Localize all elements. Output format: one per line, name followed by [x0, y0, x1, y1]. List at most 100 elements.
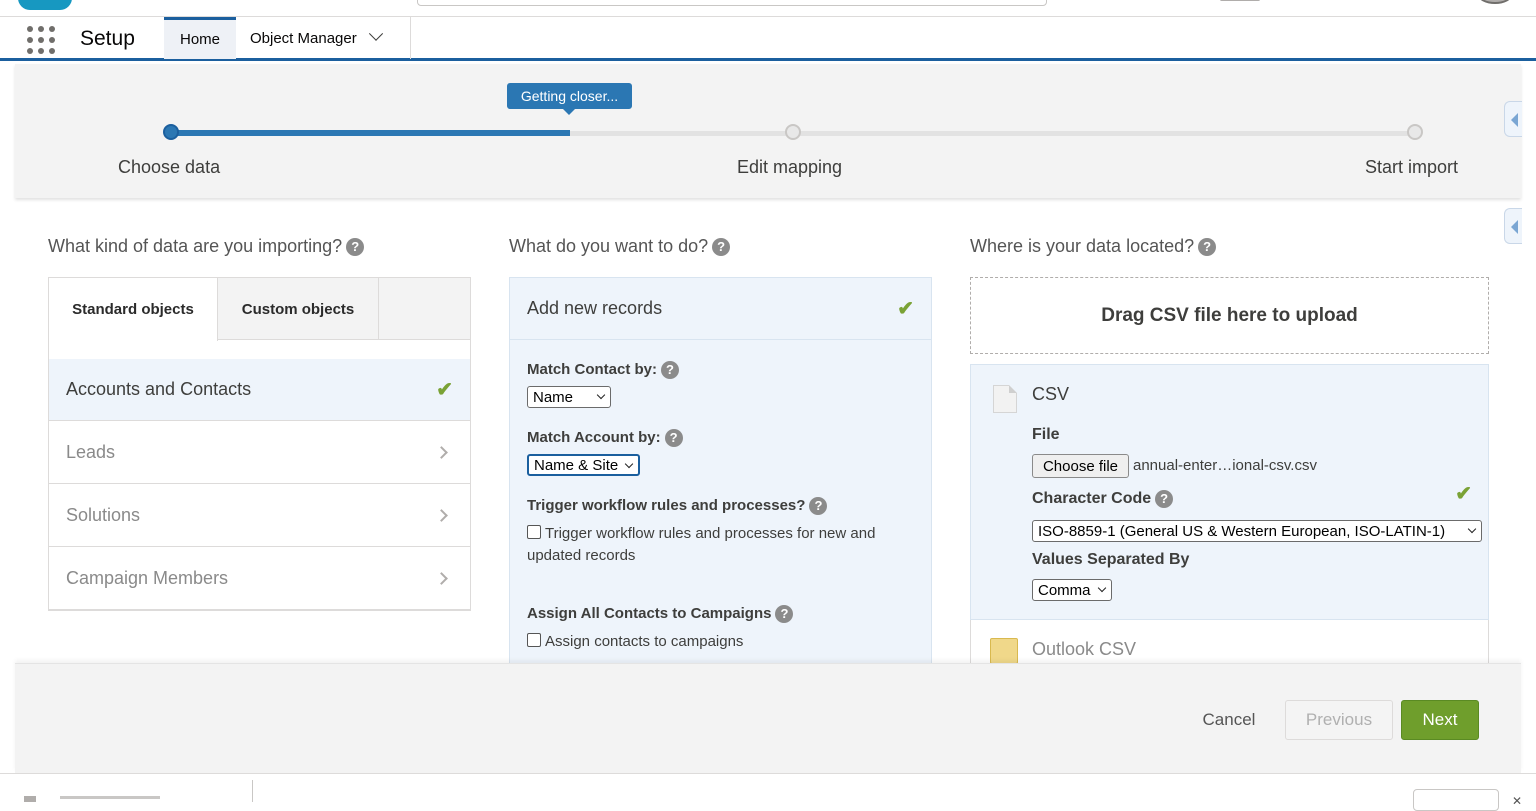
- step-label-start-import: Start import: [1365, 157, 1459, 177]
- match-account-select[interactable]: Name & Site: [527, 454, 640, 476]
- separator-select[interactable]: Comma: [1032, 579, 1112, 601]
- match-account-value: Name & Site: [534, 456, 619, 474]
- assign-campaigns-option[interactable]: Assign contacts to campaigns: [527, 631, 907, 653]
- outlook-icon: [990, 638, 1018, 663]
- progress-area: Getting closer... Choose data Edit mappi…: [15, 64, 1521, 198]
- csv-source-panel[interactable]: CSV File Choose file annual-enter…ional-…: [970, 364, 1489, 620]
- cancel-button[interactable]: Cancel: [1194, 700, 1264, 740]
- tab-home[interactable]: Home: [164, 17, 236, 59]
- step-label-edit-mapping: Edit mapping: [737, 157, 843, 177]
- action-heading: What do you want to do??: [509, 236, 731, 257]
- character-code-select[interactable]: ISO-8859-1 (General US & Western Europea…: [1032, 520, 1482, 542]
- document-icon: [993, 385, 1017, 413]
- tab-custom-objects[interactable]: Custom objects: [218, 278, 379, 340]
- step-dot-start-import[interactable]: [1407, 124, 1423, 140]
- chevron-right-icon: [435, 446, 448, 459]
- object-item-accounts-contacts[interactable]: Accounts and Contacts ✔: [49, 359, 470, 421]
- csv-title: CSV: [1032, 384, 1070, 404]
- file-name: annual-enter…ional-csv.csv: [1133, 457, 1317, 474]
- match-account-label: Match Account by:?: [527, 429, 683, 448]
- outlook-csv-label: Outlook CSV: [1032, 639, 1137, 659]
- progress-fill: [172, 130, 570, 136]
- action-panel: Add new records ✔ Match Contact by:? Nam…: [509, 277, 932, 667]
- trigger-workflow-option[interactable]: Trigger workflow rules and processes for…: [527, 523, 907, 567]
- close-icon[interactable]: ✕: [1512, 794, 1522, 808]
- help-icon[interactable]: ?: [661, 361, 680, 380]
- check-icon: ✔: [897, 298, 914, 320]
- step-label-choose-data: Choose data: [118, 157, 221, 177]
- chevron-down-icon: [1467, 524, 1477, 534]
- help-icon[interactable]: ?: [809, 497, 828, 516]
- trigger-workflow-text: Trigger workflow rules and processes for…: [527, 525, 876, 564]
- download-item[interactable]: [60, 796, 160, 799]
- help-icon[interactable]: ?: [1198, 238, 1217, 257]
- file-label: File: [1032, 426, 1060, 443]
- object-tabs: Standard objects Custom objects: [49, 278, 470, 341]
- wizard-footer: Cancel Previous Next: [15, 663, 1521, 773]
- help-icon[interactable]: ?: [1155, 490, 1174, 508]
- action-add-new-records[interactable]: Add new records ✔: [510, 278, 931, 340]
- object-item-label: Solutions: [66, 505, 141, 525]
- global-header: [0, 0, 1536, 17]
- object-item-solutions[interactable]: Solutions: [49, 485, 470, 547]
- file-icon: [24, 796, 36, 802]
- assign-campaigns-label-text: Assign All Contacts to Campaigns: [527, 605, 772, 622]
- previous-button[interactable]: Previous: [1285, 700, 1393, 740]
- show-all-button[interactable]: [1413, 789, 1499, 811]
- progress-tooltip: Getting closer...: [507, 83, 632, 115]
- match-account-label-text: Match Account by:: [527, 429, 661, 446]
- context-nav: Setup Home Object Manager: [0, 17, 1536, 61]
- collapse-handle-top[interactable]: [1504, 101, 1522, 137]
- outlook-csv-option[interactable]: Outlook CSV: [970, 620, 1489, 663]
- tab-object-manager[interactable]: Object Manager: [236, 17, 411, 59]
- tab-standard-objects[interactable]: Standard objects: [49, 278, 218, 341]
- object-item-campaign-members[interactable]: Campaign Members: [49, 548, 470, 610]
- global-search-input[interactable]: [417, 0, 1047, 6]
- chevron-right-icon: [435, 572, 448, 585]
- csv-drop-zone[interactable]: Drag CSV file here to upload: [970, 277, 1489, 354]
- header-utility-icon[interactable]: [1220, 0, 1260, 1]
- next-button[interactable]: Next: [1401, 700, 1479, 740]
- step-dot-choose-data[interactable]: [163, 124, 179, 140]
- trigger-workflow-checkbox[interactable]: [527, 525, 541, 539]
- chevron-right-icon: [435, 509, 448, 522]
- match-contact-select[interactable]: Name: [527, 386, 611, 408]
- data-type-heading-text: What kind of data are you importing?: [48, 236, 343, 256]
- object-item-leads[interactable]: Leads: [49, 422, 470, 484]
- object-item-label: Leads: [66, 442, 116, 462]
- separator-label: Values Separated By: [1032, 551, 1190, 568]
- app-launcher-icon[interactable]: [27, 26, 55, 54]
- divider: [252, 780, 253, 802]
- help-icon[interactable]: ?: [664, 429, 683, 448]
- object-item-label: Campaign Members: [66, 568, 229, 588]
- action-heading-text: What do you want to do?: [509, 236, 709, 256]
- match-contact-label: Match Contact by:?: [527, 361, 680, 380]
- download-bar: ✕: [0, 773, 1536, 811]
- object-type-panel: Standard objects Custom objects Accounts…: [48, 277, 471, 611]
- chevron-down-icon[interactable]: [368, 26, 383, 41]
- data-location-heading: Where is your data located??: [970, 236, 1217, 257]
- choose-file-button[interactable]: Choose file: [1032, 454, 1129, 478]
- data-location-heading-text: Where is your data located?: [970, 236, 1195, 256]
- check-icon: ✔: [1455, 483, 1472, 505]
- app-name: Setup: [80, 27, 135, 50]
- character-code-label: Character Code?: [1032, 490, 1174, 508]
- tab-object-manager-label: Object Manager: [250, 29, 357, 47]
- chevron-down-icon: [624, 459, 634, 469]
- user-avatar[interactable]: [1478, 0, 1512, 4]
- data-type-heading: What kind of data are you importing??: [48, 236, 365, 257]
- help-icon[interactable]: ?: [346, 238, 365, 257]
- salesforce-logo[interactable]: [18, 0, 72, 10]
- chevron-down-icon: [596, 390, 606, 400]
- help-icon[interactable]: ?: [712, 238, 731, 257]
- assign-campaigns-checkbox[interactable]: [527, 633, 541, 647]
- assign-campaigns-text: Assign contacts to campaigns: [545, 633, 744, 650]
- trigger-workflow-label-text: Trigger workflow rules and processes?: [527, 497, 806, 514]
- step-dot-edit-mapping[interactable]: [785, 124, 801, 140]
- object-item-label: Accounts and Contacts: [66, 379, 252, 399]
- check-icon: ✔: [436, 379, 453, 401]
- chevron-down-icon: [1097, 583, 1107, 593]
- help-icon[interactable]: ?: [775, 605, 794, 624]
- collapse-handle[interactable]: [1504, 208, 1522, 244]
- separator-value: Comma: [1038, 581, 1091, 599]
